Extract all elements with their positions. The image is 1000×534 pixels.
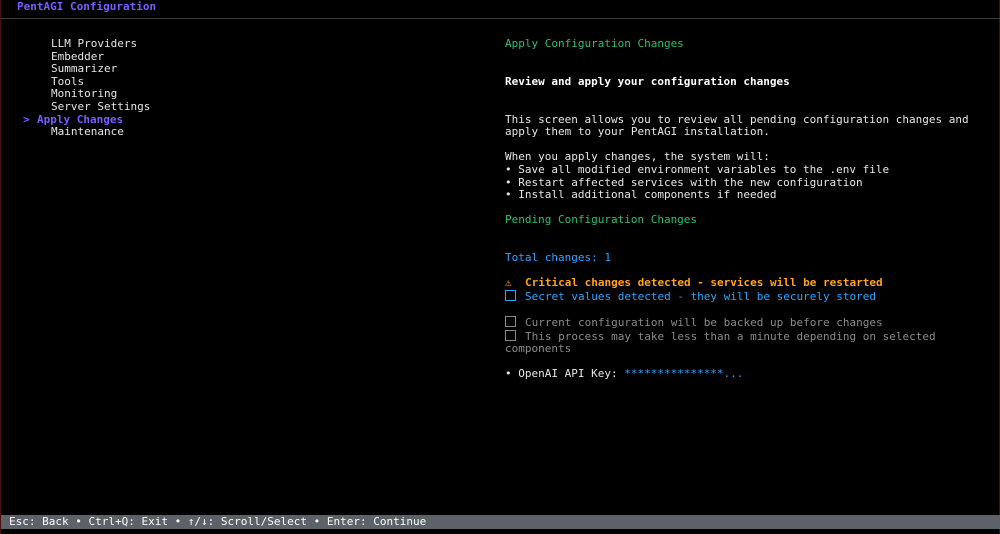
sidebar-item-label: Server Settings (51, 99, 151, 113)
duration-notice: This process may take less than a minute… (505, 329, 990, 356)
duration-notice-text: This process may take less than a minute… (505, 329, 943, 356)
secret-notice-text: Secret values detected - they will be se… (525, 289, 876, 303)
secret-notice: Secret values detected - they will be se… (505, 289, 990, 304)
bullet-item: • Install additional components if neede… (505, 188, 777, 202)
terminal-window: PentAGI Configuration LLM Providers Embe… (0, 0, 1000, 534)
sidebar-item-label: Maintenance (51, 125, 124, 139)
page-heading: Review and apply your configuration chan… (505, 74, 790, 88)
backup-notice-text: Current configuration will be backed up … (525, 316, 883, 330)
main-content: Apply Configuration Changes Review and a… (505, 37, 990, 381)
selection-cursor: > (23, 112, 30, 126)
sidebar-item-summarizer[interactable]: Summarizer (23, 62, 150, 76)
sidebar-item-label: Monitoring (51, 87, 118, 101)
sidebar-item-label: Tools (51, 74, 85, 88)
critical-warning: ⚠ Critical changes detected - services wi… (505, 276, 990, 290)
status-bar: Esc: Back • Ctrl+Q: Exit • ↑/↓: Scroll/S… (1, 515, 1000, 529)
bullet-item: • Save all modified environment variable… (505, 162, 890, 176)
app-title: PentAGI Configuration (17, 0, 157, 13)
sidebar-item-label: LLM Providers (51, 37, 138, 50)
critical-warning-text: Critical changes detected - services wil… (525, 276, 883, 290)
change-item-key: • OpenAI API Key: (505, 367, 625, 381)
change-item-value: ***************... (624, 367, 744, 381)
sidebar-item-maintenance[interactable]: Maintenance (23, 125, 150, 139)
total-changes: Total changes: 1 (505, 251, 611, 265)
box-icon (505, 316, 516, 328)
box-icon (505, 289, 516, 301)
title-bar: PentAGI Configuration (1, 0, 1000, 19)
description-text: This screen allows you to review all pen… (505, 112, 976, 139)
sidebar-item-label: Summarizer (51, 62, 118, 76)
section-title: Apply Configuration Changes (505, 37, 684, 50)
sidebar-item-label: Apply Changes (37, 112, 124, 126)
backup-notice: Current configuration will be backed up … (505, 316, 990, 330)
pending-changes-title: Pending Configuration Changes (505, 213, 698, 227)
sidebar-item-label: Embedder (51, 49, 104, 63)
change-item: • OpenAI API Key: ***************... (505, 368, 990, 381)
warning-icon: ⚠ (505, 276, 512, 290)
box-icon (505, 329, 516, 341)
sidebar-menu: LLM Providers Embedder Summarizer Tools … (23, 37, 151, 139)
